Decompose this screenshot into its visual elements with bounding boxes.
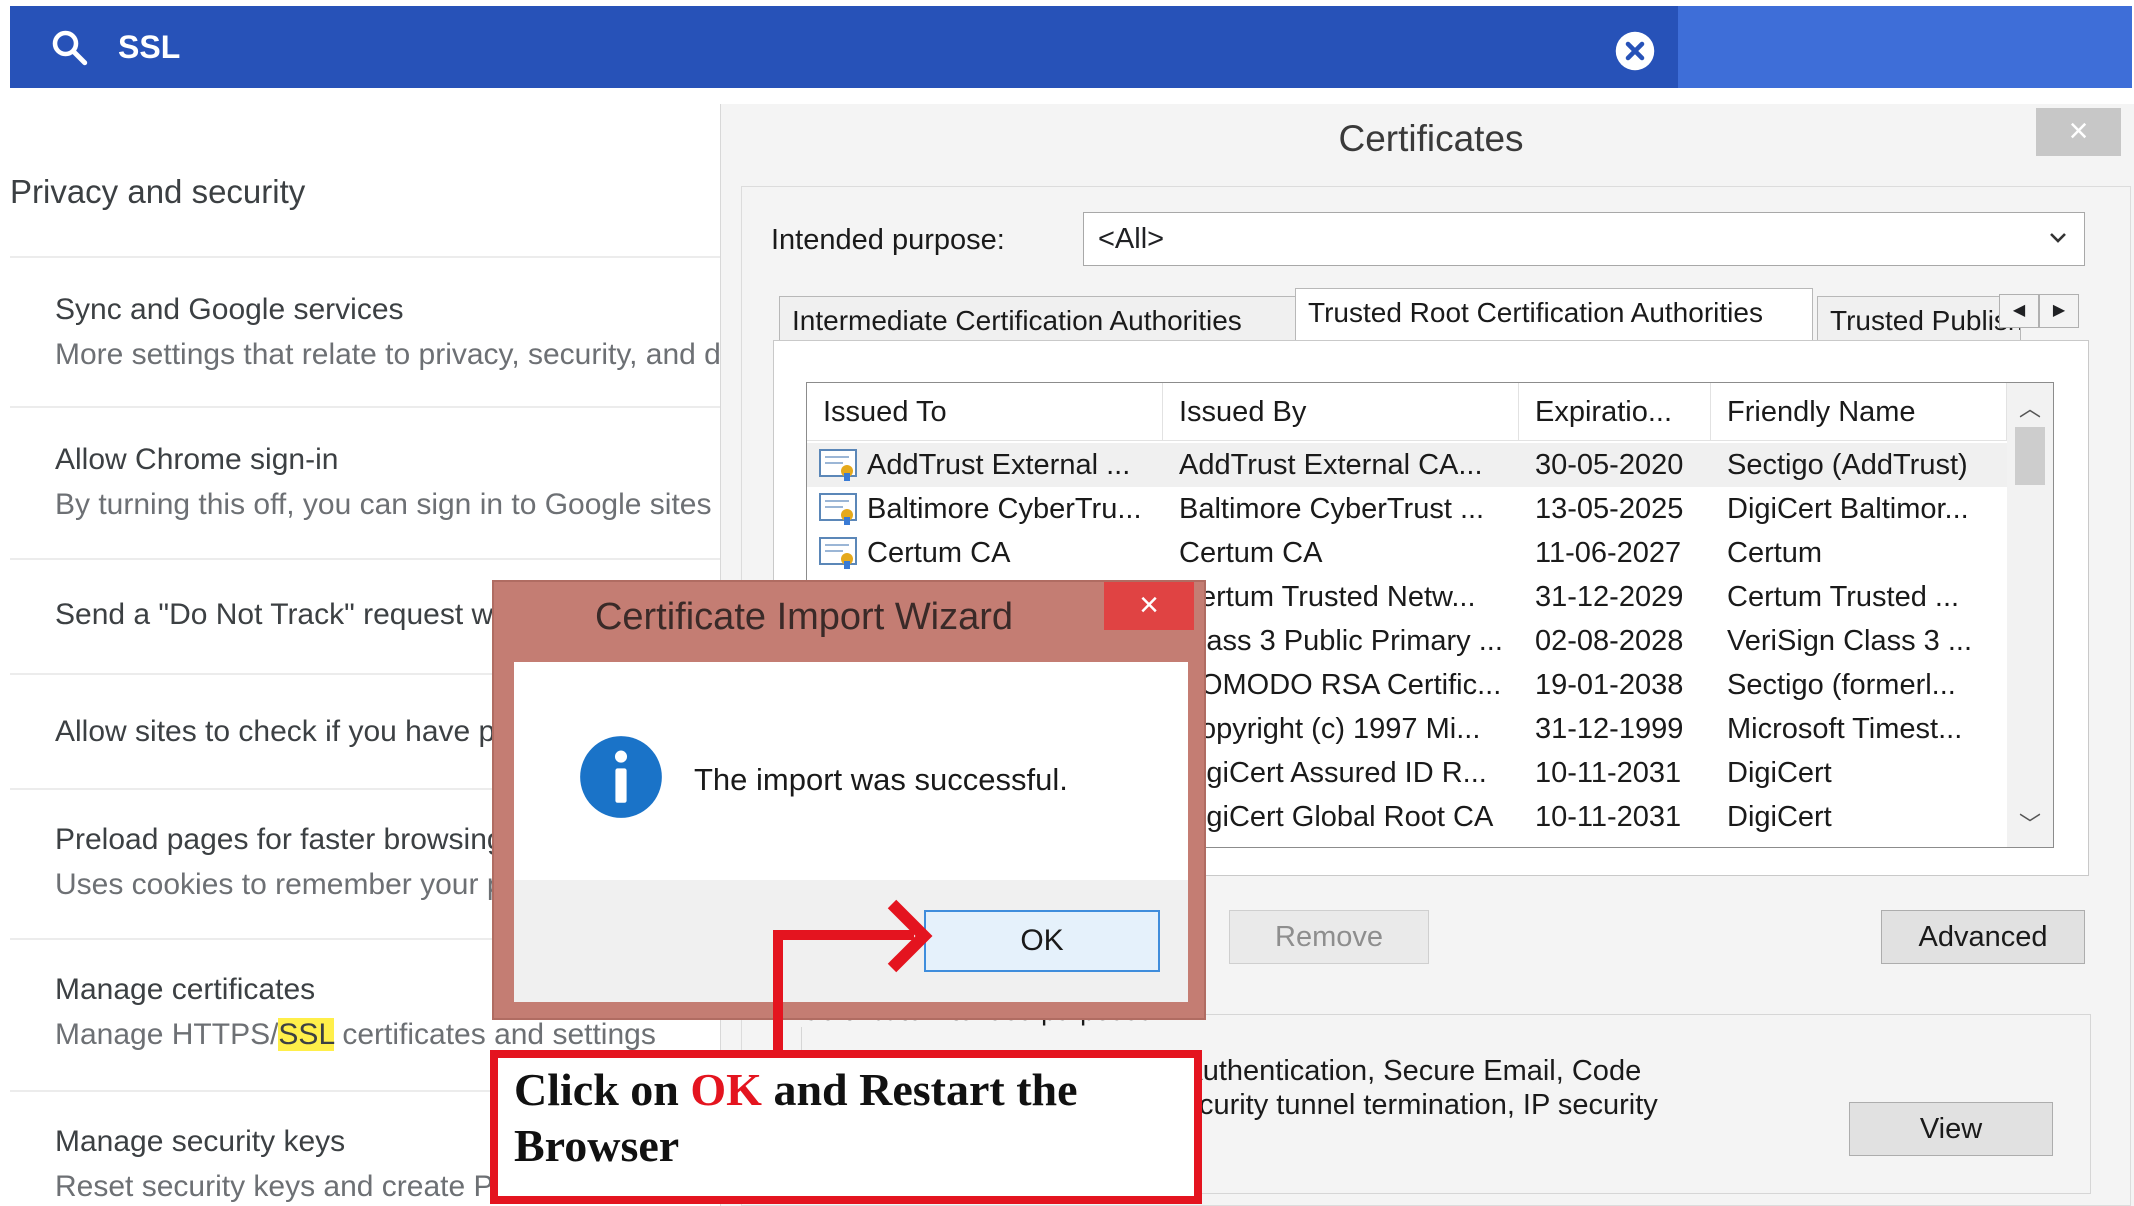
settings-search-bar: SSL: [10, 6, 2132, 88]
scroll-thumb[interactable]: [2015, 427, 2045, 485]
instruction-part1: Click on: [514, 1064, 691, 1115]
divider: [10, 558, 720, 560]
table-cell: DigiCert Baltimor...: [1727, 493, 1969, 525]
dialog-title: Certificates: [1338, 118, 1524, 159]
table-row[interactable]: AddTrust External ... AddTrust External C…: [807, 443, 2007, 487]
chevron-down-icon: [2050, 233, 2066, 243]
table-cell: 13-05-2025: [1535, 493, 1684, 525]
table-cell: DigiCert Global Root CA: [1179, 801, 1494, 833]
table-cell: COMODO RSA Certific...: [1179, 669, 1502, 701]
tab-intermediate-ca[interactable]: Intermediate Certification Authorities: [779, 296, 1297, 346]
instruction-highlight: OK: [690, 1064, 762, 1115]
item-title: Allow Chrome sign-in: [55, 443, 339, 476]
selected-value: <All>: [1098, 223, 1165, 255]
table-cell: DigiCert Assured ID R...: [1179, 757, 1487, 789]
ok-button[interactable]: OK: [924, 910, 1160, 972]
table-cell: Certum: [1727, 537, 1823, 569]
close-button[interactable]: ×: [2036, 108, 2121, 156]
table-cell: Certum CA: [867, 537, 1011, 569]
certificate-icon: [819, 449, 857, 481]
table-cell: AddTrust External CA...: [1179, 449, 1483, 481]
table-cell: 10-11-2031: [1535, 801, 1682, 833]
table-cell: Microsoft Timest...: [1727, 713, 1963, 745]
settings-item-sync[interactable]: Sync and Google services More settings t…: [55, 288, 720, 378]
table-cell: Class 3 Public Primary ...: [1179, 625, 1503, 657]
certificate-icon: [819, 493, 857, 525]
table-cell: 30-05-2020: [1535, 449, 1684, 481]
settings-item-chrome-sign-in[interactable]: Allow Chrome sign-in By turning this off…: [55, 438, 720, 528]
column-header-friendly-name[interactable]: Friendly Name: [1711, 383, 2007, 441]
search-icon[interactable]: [48, 26, 90, 68]
success-message: The import was successful.: [694, 762, 1068, 797]
table-cell: 19-01-2038: [1535, 669, 1684, 701]
item-subtitle: More settings that relate to privacy, se…: [55, 338, 720, 371]
intended-purpose-label: Intended purpose:: [771, 224, 1005, 256]
remove-button[interactable]: Remove: [1229, 910, 1429, 964]
table-cell: Certum Trusted Netw...: [1179, 581, 1476, 613]
table-cell: DigiCert: [1727, 801, 1832, 833]
tab-trusted-root-ca[interactable]: Trusted Root Certification Authorities: [1295, 288, 1813, 346]
list-scrollbar[interactable]: ︿ ﹀: [2007, 383, 2053, 847]
table-cell: Baltimore CyberTrust ...: [1179, 493, 1485, 525]
table-cell: Certum Trusted ...: [1727, 581, 1960, 613]
search-bar-background: [10, 6, 1678, 88]
instruction-callout: Click on OK and Restart the Browser: [490, 1050, 1202, 1204]
table-cell: DigiCert: [1727, 757, 1832, 789]
search-highlight: SSL: [278, 1018, 335, 1051]
subtitle-suffix: certificates and settings: [334, 1018, 656, 1051]
table-cell: 10-11-2031: [1535, 757, 1682, 789]
item-title: Sync and Google services: [55, 293, 404, 326]
tab-scroll-right-icon[interactable]: ▶: [2039, 294, 2079, 328]
column-header-issued-to[interactable]: Issued To: [807, 383, 1163, 441]
wizard-title: Certificate Import Wizard: [594, 596, 1014, 638]
section-title: Privacy and security: [10, 173, 306, 210]
tab-trusted-publishers[interactable]: Trusted Publishers: [1817, 296, 2021, 346]
certificate-icon: [819, 537, 857, 569]
item-subtitle: By turning this off, you can sign in to …: [55, 488, 720, 521]
column-header-expiration[interactable]: Expiratio...: [1519, 383, 1711, 441]
table-row[interactable]: Certum CA Certum CA 11-06-2027 Certum: [807, 531, 2007, 575]
table-cell: Copyright (c) 1997 Mi...: [1179, 713, 1481, 745]
advanced-button[interactable]: Advanced: [1881, 910, 2085, 964]
table-cell: 31-12-2029: [1535, 581, 1684, 613]
info-icon: [580, 736, 662, 818]
table-cell: 11-06-2027: [1535, 537, 1682, 569]
table-cell: AddTrust External ...: [867, 449, 1131, 481]
scroll-down-icon[interactable]: ﹀: [2007, 807, 2053, 839]
view-button[interactable]: View: [1849, 1102, 2053, 1156]
search-input[interactable]: SSL: [118, 26, 180, 68]
table-cell: Baltimore CyberTru...: [867, 493, 1142, 525]
table-cell: 02-08-2028: [1535, 625, 1684, 657]
intended-purpose-select[interactable]: <All>: [1083, 212, 2085, 266]
table-cell: Sectigo (AddTrust): [1727, 449, 1968, 481]
subtitle-prefix: Manage HTTPS/: [55, 1018, 279, 1051]
table-cell: Certum CA: [1179, 537, 1323, 569]
table-cell: Sectigo (formerl...: [1727, 669, 1956, 701]
divider: [10, 406, 720, 408]
divider: [10, 256, 720, 258]
scroll-up-icon[interactable]: ︿: [2007, 391, 2053, 423]
tab-scroll-left-icon[interactable]: ◀: [1999, 294, 2039, 328]
column-header-issued-by[interactable]: Issued By: [1163, 383, 1519, 441]
table-cell: 31-12-1999: [1535, 713, 1684, 745]
table-row[interactable]: Baltimore CyberTru... Baltimore CyberTrus…: [807, 487, 2007, 531]
wizard-close-button[interactable]: ×: [1104, 582, 1194, 630]
instruction-text: Click on OK and Restart the Browser: [514, 1062, 1194, 1174]
table-cell: VeriSign Class 3 ...: [1727, 625, 1972, 657]
clear-search-icon[interactable]: [1614, 30, 1656, 72]
